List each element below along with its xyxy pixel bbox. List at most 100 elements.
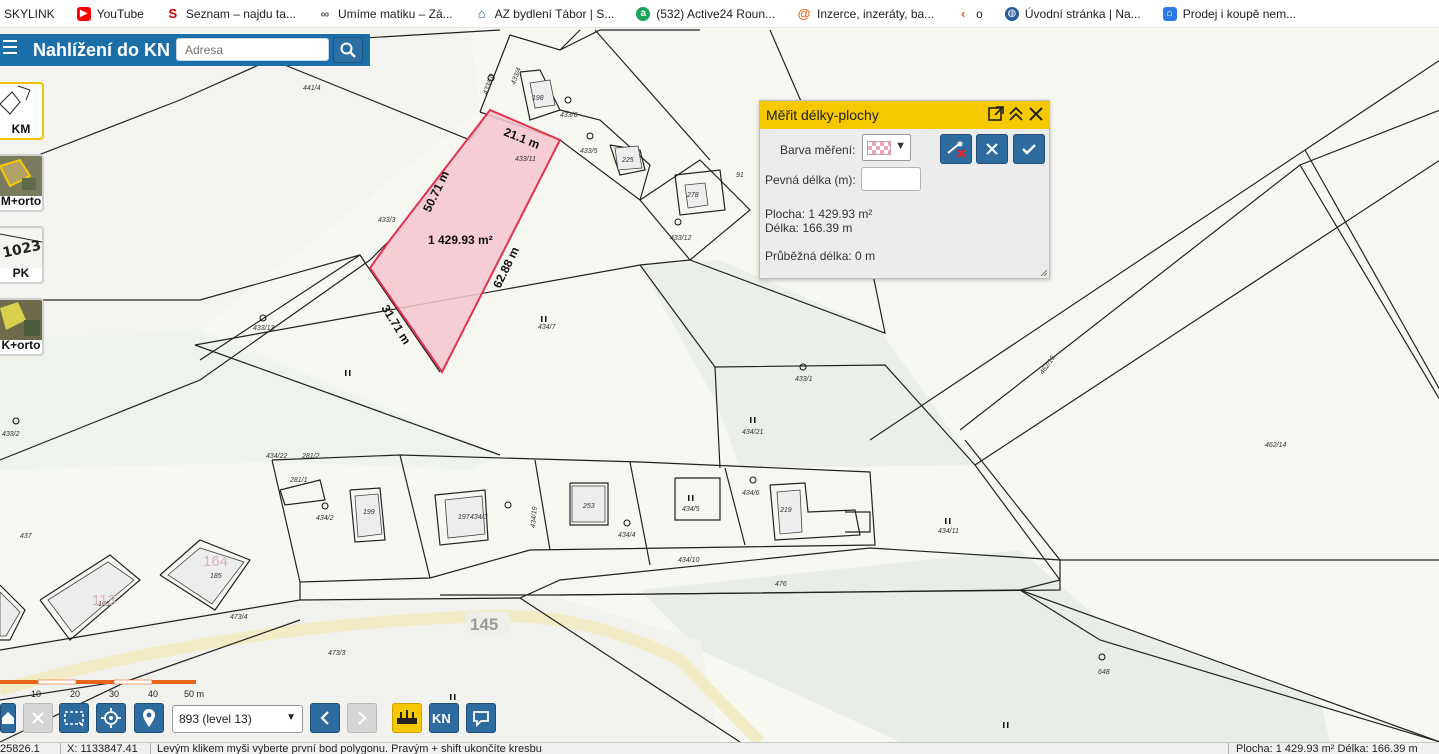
clear-button[interactable]: [23, 703, 53, 733]
bookmark-seznam[interactable]: S Seznam – najdu ta...: [165, 6, 296, 21]
scale-tick: 30: [109, 689, 120, 699]
ruler-icon: [397, 710, 417, 724]
measure-tool-button[interactable]: [392, 703, 422, 733]
road-number: 145: [470, 615, 498, 634]
vegetation-area: [640, 550, 1330, 742]
check-icon: [1022, 144, 1036, 155]
scale-tick: 40: [148, 689, 159, 699]
app-title: Nahlížení do KN: [33, 40, 171, 60]
scale-tick: 50 m: [184, 689, 205, 699]
bookmark-youtube[interactable]: ▶ YouTube: [76, 6, 144, 21]
svg-text:281/2: 281/2: [301, 453, 320, 460]
color-swatch: [867, 141, 891, 155]
layer-km-button[interactable]: KM: [0, 82, 44, 140]
svg-text:433/1: 433/1: [795, 376, 813, 383]
svg-text:KN: KN: [432, 711, 451, 726]
pk-layer-thumbnail: 1023: [0, 228, 42, 268]
bookmark-uvodni[interactable]: ◍ Úvodní stránka | Na...: [1004, 6, 1141, 21]
hamburger-icon-line: [3, 46, 17, 48]
svg-text:434/2: 434/2: [316, 515, 334, 522]
address-search-input[interactable]: [176, 38, 329, 61]
zoom-to-extent-button[interactable]: [59, 703, 89, 733]
status-x-coordinate: X: 1133847.41: [67, 743, 138, 754]
zoom-level-value: 893 (level 13): [179, 712, 252, 726]
bookmark-az-bydleni[interactable]: ⌂ AZ bydlení Tábor | S...: [474, 6, 614, 21]
running-length-result: Průběžná délka: 0 m: [765, 249, 876, 263]
fixed-length-input[interactable]: [861, 167, 921, 191]
svg-text:648: 648: [1098, 669, 1110, 676]
svg-text:462/14: 462/14: [1265, 442, 1287, 449]
svg-text:434/11: 434/11: [938, 528, 959, 535]
close-icon[interactable]: [1027, 105, 1045, 123]
svg-text:433/10: 433/10: [482, 73, 496, 96]
resize-handle-icon[interactable]: [1039, 268, 1047, 276]
svg-text:198: 198: [532, 95, 544, 102]
bookmark-umime[interactable]: ∞ Umíme matiku – Zá...: [317, 6, 453, 21]
layer-pk-button[interactable]: 1023 PK: [0, 226, 44, 284]
svg-text:433/6: 433/6: [560, 112, 578, 119]
feedback-button[interactable]: [466, 703, 496, 733]
svg-text:433/5: 433/5: [580, 148, 598, 155]
youtube-icon: ▶: [76, 6, 91, 21]
popout-icon[interactable]: [987, 105, 1005, 123]
layer-pk-orto-button[interactable]: K+orto: [0, 298, 44, 356]
km-layer-thumbnail: [0, 84, 42, 124]
status-y-coordinate: 25826.1: [0, 743, 40, 754]
hamburger-icon-line: [3, 40, 17, 42]
dropdown-caret-icon: ▼: [895, 140, 906, 152]
layer-km-orto-button[interactable]: M+orto: [0, 154, 44, 212]
bookmarks-bar: SKYLINK ▶ YouTube S Seznam – najdu ta... ∞…: [0, 0, 1439, 28]
svg-text:91: 91: [736, 172, 744, 179]
locate-button[interactable]: [96, 703, 126, 733]
scale-tick: 10: [31, 689, 42, 699]
vegetation-area: [640, 260, 975, 468]
search-button[interactable]: [333, 37, 363, 63]
status-measure-summary: Plocha: 1 429.93 m² Délka: 166.39 m: [1236, 743, 1418, 754]
place-marker-button[interactable]: [134, 703, 164, 733]
polygon-area-label: 1 429.93 m²: [428, 233, 493, 247]
bookmark-o[interactable]: ‹ o: [956, 6, 983, 21]
cadastral-map[interactable]: 145 1 429.93 m² 21.1 m 50.71 m 62.88 m 3…: [0, 28, 1439, 742]
bookmark-prodej[interactable]: ⌂ Prodej i koupě nem...: [1162, 6, 1296, 21]
status-separator: [150, 743, 151, 754]
scale-tick: 20: [70, 689, 81, 699]
bookmark-active24[interactable]: a (532) Active24 Roun...: [636, 6, 775, 21]
cancel-measure-button[interactable]: [976, 134, 1008, 164]
measure-color-select[interactable]: ▼: [862, 134, 911, 161]
collapse-icon[interactable]: [1007, 105, 1025, 123]
layer-pk-orto-label: K+orto: [1, 338, 41, 352]
menu-button[interactable]: [0, 36, 20, 64]
svg-text:473/4: 473/4: [230, 614, 248, 621]
orto-layer-thumbnail: [0, 156, 42, 196]
home-button[interactable]: [0, 703, 16, 733]
chevron-left-icon: [320, 711, 329, 725]
scale-bar: 10 20 30 40 50 m: [0, 678, 210, 700]
map-pin-icon: [143, 709, 155, 727]
status-separator: [1228, 743, 1229, 754]
kn-info-button[interactable]: KN: [429, 703, 459, 733]
svg-text:441/4: 441/4: [303, 85, 321, 92]
confirm-measure-button[interactable]: [1013, 134, 1045, 164]
kn-icon: KN: [432, 711, 451, 726]
svg-text:433/2: 433/2: [2, 431, 20, 438]
bookmark-inzerce[interactable]: @ Inzerce, inzeráty, ba...: [797, 6, 934, 21]
svg-text:434/6: 434/6: [742, 490, 760, 497]
svg-text:433/3: 433/3: [378, 217, 396, 224]
bookmark-skylink[interactable]: SKYLINK: [4, 7, 55, 21]
svg-text:278: 278: [686, 192, 699, 199]
svg-text:433/12: 433/12: [670, 235, 692, 242]
svg-text:433/11: 433/11: [515, 156, 536, 163]
svg-text:462/15: 462/15: [1039, 355, 1057, 377]
svg-text:199: 199: [363, 509, 375, 516]
previous-view-button[interactable]: [310, 703, 340, 733]
next-view-button[interactable]: [347, 703, 377, 733]
map-svg: 145 1 429.93 m² 21.1 m 50.71 m 62.88 m 3…: [0, 29, 1439, 742]
globe-icon: ◍: [1004, 6, 1019, 21]
measure-panel: Měřit délky-plochy Barva měření: ▼ Pevná…: [759, 100, 1050, 279]
svg-text:433/13: 433/13: [253, 325, 275, 332]
home-bookmark-icon: ⌂: [1162, 6, 1177, 21]
measure-panel-header: Měřit délky-plochy: [760, 101, 1049, 129]
zoom-level-select[interactable]: 893 (level 13) ▼: [172, 705, 303, 733]
svg-text:185: 185: [210, 573, 222, 580]
clear-measure-point-button[interactable]: [940, 134, 972, 164]
